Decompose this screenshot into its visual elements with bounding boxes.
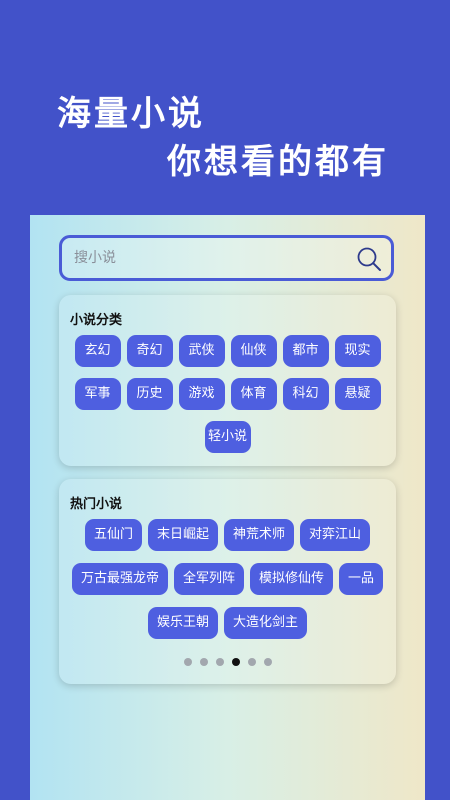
hot-novel-tag-5[interactable]: 全军列阵 (173, 563, 244, 595)
pagination-dot[interactable] (263, 658, 272, 666)
hot-novel-tag-6[interactable]: 模拟修仙传 (250, 563, 334, 595)
hot-novel-tag-0[interactable]: 五仙门 (84, 519, 142, 551)
pagination-dots (59, 658, 396, 666)
category-tag-5[interactable]: 现实 (334, 335, 381, 367)
app-screenshot-panel: 小说分类 玄幻奇幻武侠仙侠都市现实军事历史游戏体育科幻悬疑轻小说 热门小说 五仙… (30, 215, 425, 800)
category-tag-8[interactable]: 游戏 (178, 378, 225, 410)
category-tag-11[interactable]: 悬疑 (334, 378, 381, 410)
promo-headline-line2: 你想看的都有 (167, 142, 389, 182)
category-tag-1[interactable]: 奇幻 (126, 335, 173, 367)
category-tag-3[interactable]: 仙侠 (230, 335, 277, 367)
hot-novel-tag-8[interactable]: 娱乐王朝 (147, 607, 218, 639)
category-tag-6[interactable]: 军事 (74, 378, 121, 410)
hot-novel-tag-7[interactable]: 一品 (339, 563, 384, 595)
category-tag-list: 玄幻 奇幻 武侠 仙侠 都市 现实军事 历史 游戏 体育 科幻 悬疑轻小说 (59, 335, 396, 464)
pagination-dot[interactable] (183, 658, 192, 666)
pagination-dot[interactable] (247, 658, 256, 666)
category-tag-12[interactable]: 轻小说 (204, 421, 251, 453)
pagination-dot[interactable] (215, 658, 224, 666)
category-section-title: 小说分类 (70, 313, 123, 328)
category-tag-9[interactable]: 体育 (230, 378, 277, 410)
hot-novel-tag-2[interactable]: 神荒术师 (224, 519, 295, 551)
hot-section-title: 热门小说 (70, 497, 123, 512)
category-tag-7[interactable]: 历史 (126, 378, 173, 410)
search-input[interactable] (74, 245, 344, 271)
hot-tag-list: 五仙门 末日崛起 神荒术师 对弈江山万古最强龙帝 全军列阵 模拟修仙传 一品娱乐王朝 大造化剑… (59, 519, 396, 651)
search-icon[interactable] (355, 245, 383, 273)
category-tag-10[interactable]: 科幻 (282, 378, 329, 410)
hot-novel-tag-9[interactable]: 大造化剑主 (224, 607, 308, 639)
hot-novel-tag-3[interactable]: 对弈江山 (300, 519, 371, 551)
hot-novels-card: 热门小说 五仙门 末日崛起 神荒术师 对弈江山万古最强龙帝 全军列阵 模拟修仙传 一品娱乐王… (59, 479, 396, 684)
hot-novel-tag-1[interactable]: 末日崛起 (147, 519, 218, 551)
search-bar[interactable] (59, 235, 394, 281)
category-card: 小说分类 玄幻 奇幻 武侠 仙侠 都市 现实军事 历史 游戏 体育 科幻 悬疑轻小说 (59, 295, 396, 466)
pagination-dot[interactable] (231, 658, 240, 666)
hot-novel-tag-4[interactable]: 万古最强龙帝 (71, 563, 168, 595)
category-tag-2[interactable]: 武侠 (178, 335, 225, 367)
pagination-dot[interactable] (199, 658, 208, 666)
category-tag-0[interactable]: 玄幻 (74, 335, 121, 367)
promo-headline-line1: 海量小说 (57, 94, 205, 134)
category-tag-4[interactable]: 都市 (282, 335, 329, 367)
